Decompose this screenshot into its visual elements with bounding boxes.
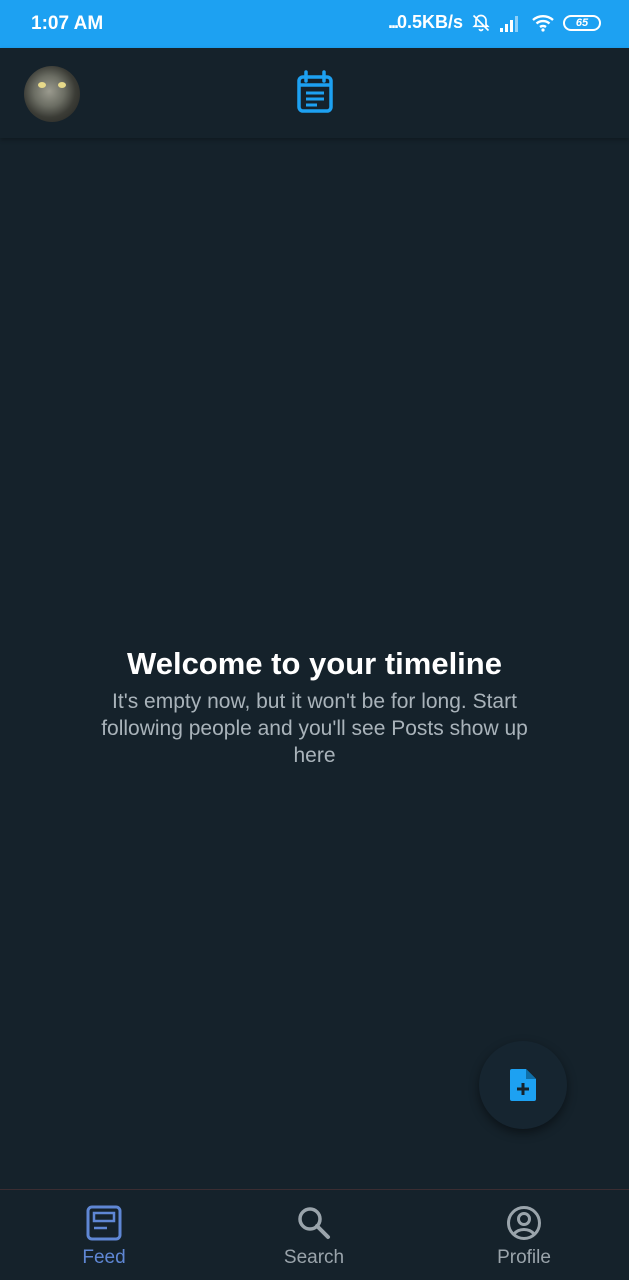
app-header bbox=[0, 48, 629, 138]
empty-body: It's empty now, but it won't be for long… bbox=[101, 690, 528, 767]
empty-timeline-message: Welcome to your timeline It's empty now,… bbox=[0, 646, 629, 769]
tab-profile[interactable]: Profile bbox=[454, 1190, 594, 1280]
new-post-button[interactable] bbox=[479, 1041, 567, 1129]
bell-off-icon bbox=[472, 14, 490, 31]
network-speed: ...0.5KB/s bbox=[387, 12, 463, 32]
bottom-navigation: Feed Search Profile bbox=[0, 1189, 629, 1280]
empty-title: Welcome to your timeline bbox=[127, 646, 502, 681]
battery-indicator: 65 bbox=[563, 14, 601, 31]
status-dots: ... bbox=[387, 12, 399, 32]
signal-icon bbox=[500, 15, 518, 32]
feed-icon bbox=[86, 1205, 122, 1241]
tab-feed[interactable]: Feed bbox=[34, 1190, 174, 1280]
feed-logo-icon[interactable] bbox=[295, 70, 335, 114]
search-icon bbox=[298, 1207, 330, 1239]
status-bar: 1:07 AM ...0.5KB/s 65 bbox=[0, 0, 629, 48]
wifi-icon bbox=[532, 14, 554, 32]
status-time: 1:07 AM bbox=[31, 13, 104, 34]
tab-search[interactable]: Search bbox=[244, 1190, 384, 1280]
profile-icon bbox=[507, 1206, 541, 1240]
tab-search-label: Search bbox=[283, 1247, 345, 1268]
new-post-icon bbox=[510, 1069, 536, 1101]
avatar[interactable] bbox=[24, 66, 80, 122]
tab-profile-label: Profile bbox=[497, 1247, 551, 1268]
status-indicators: ...0.5KB/s 65 bbox=[388, 12, 601, 33]
tab-feed-label: Feed bbox=[82, 1247, 126, 1268]
